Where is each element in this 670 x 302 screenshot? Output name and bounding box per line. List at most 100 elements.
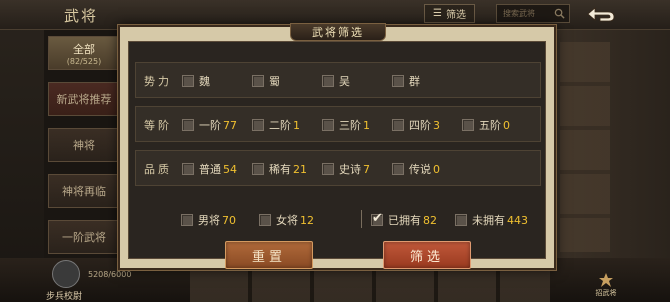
option-count: 77: [223, 118, 237, 132]
dialog-title: 武将筛选: [312, 26, 364, 39]
checkbox[interactable]: [392, 119, 404, 131]
checkbox[interactable]: [252, 163, 264, 175]
filter-icon: ☰: [433, 8, 442, 19]
faction-option-wei[interactable]: 魏: [182, 73, 210, 89]
checkbox[interactable]: [182, 75, 194, 87]
divider: [361, 210, 362, 228]
reset-button[interactable]: 重置: [225, 241, 313, 269]
option-count: 3: [433, 118, 440, 132]
option-label: 一阶: [199, 119, 221, 132]
option-label: 女将: [276, 214, 298, 227]
page-title: 武将: [64, 7, 99, 25]
tier-label: 等阶: [144, 119, 172, 132]
tab-god-return[interactable]: 神将再临: [48, 174, 120, 208]
faction-row: 势力 魏 蜀 吴 群: [135, 62, 541, 98]
search-placeholder: 搜索武将: [503, 9, 535, 18]
checkbox[interactable]: [462, 119, 474, 131]
filter-dialog: 武将筛选 势力 魏 蜀 吴 群 等阶 一阶 77 二阶 1 三阶 1 四阶 3 …: [118, 23, 556, 270]
checkbox[interactable]: [322, 119, 334, 131]
tier-option-4[interactable]: 四阶 3: [392, 117, 440, 133]
gender-ownership-row: 男将70 女将12 已拥有82 未拥有443: [135, 208, 541, 230]
checkbox[interactable]: [259, 214, 271, 226]
avatar[interactable]: [52, 260, 80, 288]
quality-option-common[interactable]: 普通 54: [182, 161, 237, 177]
checkbox-checked[interactable]: [371, 211, 383, 226]
progress-text: 5208/6000: [88, 270, 132, 279]
option-label: 史诗: [339, 163, 361, 176]
dialog-title-tab: 武将筛选: [290, 23, 386, 41]
recruit-label: 招武将: [595, 289, 617, 297]
checkbox[interactable]: [252, 75, 264, 87]
faction-label: 势力: [144, 75, 172, 88]
quality-option-epic[interactable]: 史诗 7: [322, 161, 370, 177]
option-count: 70: [222, 213, 236, 227]
option-count: 82: [423, 213, 437, 227]
option-count: 7: [363, 162, 370, 176]
option-count: 21: [293, 162, 307, 176]
option-label: 蜀: [269, 75, 280, 88]
tab-label: 神将: [73, 139, 95, 152]
quality-row: 品质 普通 54 稀有 21 史诗 7 传说 0: [135, 150, 541, 186]
option-label: 二阶: [269, 119, 291, 132]
option-count: 1: [293, 118, 300, 132]
tier-option-5[interactable]: 五阶 0: [462, 117, 510, 133]
faction-option-shu[interactable]: 蜀: [252, 73, 280, 89]
option-count: 0: [433, 162, 440, 176]
search-icon: [554, 8, 565, 19]
option-count: 443: [507, 213, 528, 227]
tab-god-general[interactable]: 神将: [48, 128, 120, 162]
tier-option-1[interactable]: 一阶 77: [182, 117, 237, 133]
option-label: 普通: [199, 163, 221, 176]
tier-row: 等阶 一阶 77 二阶 1 三阶 1 四阶 3 五阶 0: [135, 106, 541, 142]
option-count: 54: [223, 162, 237, 176]
top-filter-label: 筛选: [445, 10, 466, 21]
ownership-option-owned[interactable]: 已拥有82: [371, 211, 437, 228]
faction-option-wu[interactable]: 吴: [322, 73, 350, 89]
checkbox[interactable]: [455, 214, 467, 226]
back-arrow-icon[interactable]: [584, 5, 618, 23]
option-label: 已拥有: [388, 214, 421, 227]
tab-count: (82/525): [66, 56, 102, 66]
tab-label: 神将再临: [62, 185, 106, 198]
checkbox[interactable]: [181, 214, 193, 226]
option-label: 未拥有: [472, 214, 505, 227]
checkbox[interactable]: [392, 75, 404, 87]
option-label: 四阶: [409, 119, 431, 132]
checkbox[interactable]: [322, 163, 334, 175]
recruit-button[interactable]: 招武将: [588, 262, 624, 298]
general-card-row: [190, 268, 550, 302]
quality-option-legend[interactable]: 传说 0: [392, 161, 440, 177]
option-label: 群: [409, 75, 420, 88]
apply-filter-button[interactable]: 筛选: [383, 241, 471, 269]
tab-label: 新武将推荐: [56, 93, 112, 106]
recruit-icon: [599, 273, 613, 287]
checkbox[interactable]: [392, 163, 404, 175]
option-label: 吴: [339, 75, 350, 88]
tab-all[interactable]: 全部 (82/525): [48, 36, 120, 70]
sidebar-tabs: 全部 (82/525) 新武将推荐 神将 神将再临 一阶武将: [48, 36, 120, 266]
option-count: 0: [503, 118, 510, 132]
search-input[interactable]: 搜索武将: [496, 4, 570, 23]
option-label: 五阶: [479, 119, 501, 132]
option-label: 传说: [409, 163, 431, 176]
checkbox[interactable]: [182, 163, 194, 175]
checkbox[interactable]: [182, 119, 194, 131]
tier-option-2[interactable]: 二阶 1: [252, 117, 300, 133]
gender-option-female[interactable]: 女将 12: [259, 212, 314, 228]
ownership-option-unowned[interactable]: 未拥有 443: [455, 212, 528, 228]
top-filter-button[interactable]: ☰ 筛选: [424, 4, 475, 23]
gender-option-male[interactable]: 男将 70: [181, 212, 236, 228]
tab-label: 一阶武将: [62, 231, 106, 244]
faction-option-qun[interactable]: 群: [392, 73, 420, 89]
player-rank-name: 步兵校尉: [46, 292, 83, 302]
tab-tier-one[interactable]: 一阶武将: [48, 220, 120, 254]
checkbox[interactable]: [322, 75, 334, 87]
checkbox[interactable]: [252, 119, 264, 131]
tab-new-recommend[interactable]: 新武将推荐: [48, 82, 120, 116]
tab-label: 全部: [73, 42, 95, 56]
quality-option-rare[interactable]: 稀有 21: [252, 161, 307, 177]
quality-label: 品质: [144, 163, 172, 176]
tier-option-3[interactable]: 三阶 1: [322, 117, 370, 133]
option-count: 12: [300, 213, 314, 227]
option-label: 稀有: [269, 163, 291, 176]
